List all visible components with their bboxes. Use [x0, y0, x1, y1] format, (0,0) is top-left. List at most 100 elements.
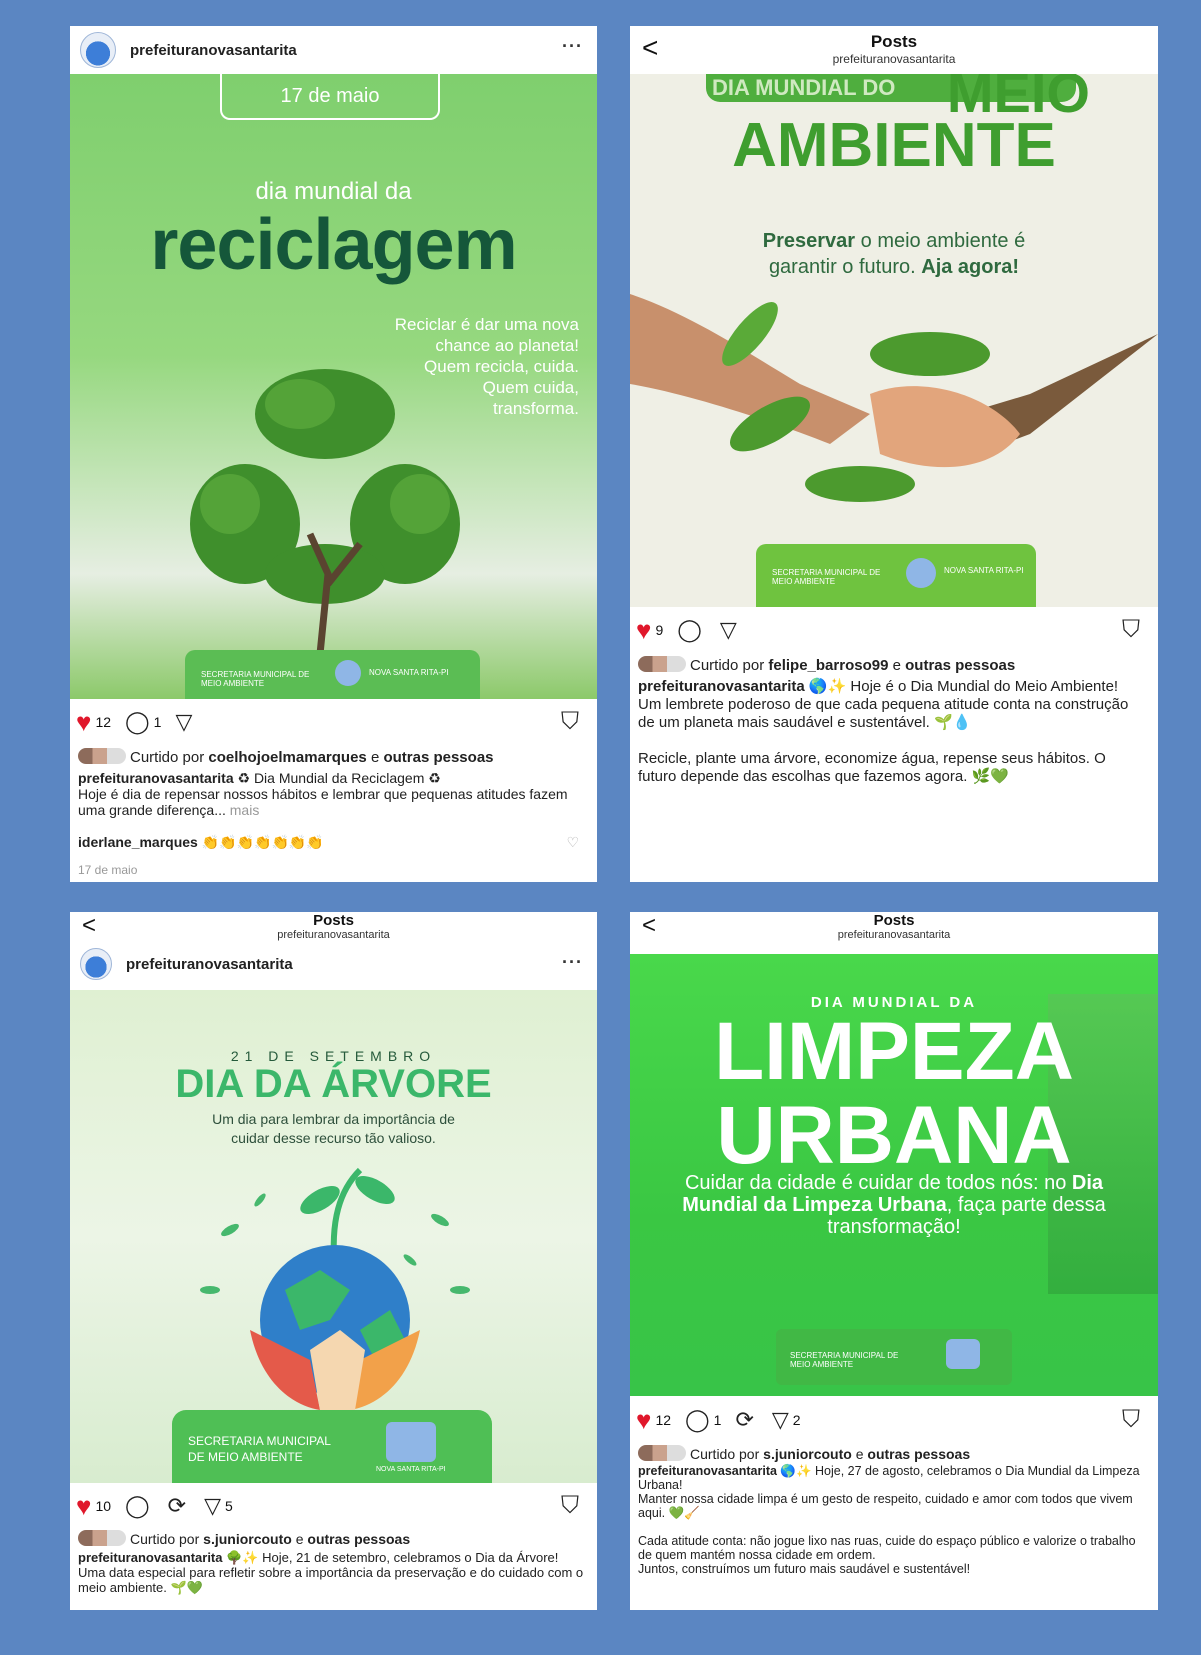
caption-user[interactable]: prefeituranovasantarita [638, 1464, 777, 1478]
more-options-icon[interactable]: ··· [562, 952, 583, 973]
post-header: prefeituranovasantarita ··· [70, 26, 597, 74]
liked-mid: e [892, 657, 901, 674]
comment-icon[interactable]: ◯ [685, 1407, 710, 1433]
comment-icon[interactable]: ◯ [125, 1493, 150, 1519]
comment-icon[interactable]: ◯ [125, 709, 150, 735]
image-text-a: Cuidar da cidade é cuidar de todos nós: … [684, 1172, 1072, 1194]
heart-icon[interactable]: ♥ [636, 1405, 651, 1436]
bookmark-icon[interactable]: ⛉ [561, 708, 579, 736]
image-title: AMBIENTE [732, 111, 1056, 180]
image-footer: SECRETARIA MUNICIPAL DE MEIO AMBIENTE NO… [756, 544, 1036, 607]
share-icon[interactable]: ▽ [175, 709, 192, 735]
timestamp: 17 de maio [78, 863, 138, 877]
share-icon[interactable]: ▽ [204, 1493, 221, 1519]
username[interactable]: prefeituranovasantarita [126, 956, 293, 973]
share-icon[interactable]: ▽ [720, 617, 737, 643]
post-reciclagem: prefeituranovasantarita ··· 17 de maio d… [70, 26, 597, 882]
liked-prefix: Curtido por [130, 1531, 200, 1547]
likers-avatars [638, 1445, 686, 1461]
caption-user[interactable]: prefeituranovasantarita [78, 1550, 223, 1565]
more-options-icon[interactable]: ··· [562, 36, 583, 57]
username[interactable]: prefeituranovasantarita [130, 42, 297, 59]
city-logo-icon [335, 660, 361, 686]
likers-avatars [78, 1530, 126, 1546]
liked-user[interactable]: s.juniorcouto [763, 1446, 852, 1462]
liked-user[interactable]: s.juniorcouto [203, 1531, 292, 1547]
bookmark-icon[interactable]: ⛉ [1122, 1406, 1140, 1434]
posts-title: Posts [313, 912, 354, 929]
liked-user[interactable]: coelhojoelmamarques [208, 749, 366, 766]
bookmark-icon[interactable]: ⛉ [561, 1492, 579, 1520]
liked-mid: e [855, 1446, 864, 1462]
image-subtitle: dia mundial da [255, 178, 412, 205]
caption-user[interactable]: prefeituranovasantarita [638, 678, 805, 695]
caption-body: Hoje é dia de repensar nossos hábitos e … [78, 786, 568, 818]
posts-header: < Posts prefeituranovasantarita [630, 912, 1158, 952]
liked-by[interactable]: Curtido por s.juniorcouto e outras pesso… [638, 1445, 1150, 1462]
avatar[interactable] [80, 948, 112, 980]
city-logo-icon [906, 558, 936, 588]
back-icon[interactable]: < [642, 32, 658, 64]
heart-icon[interactable]: ♥ [76, 707, 91, 738]
liked-mid: e [370, 749, 380, 766]
back-icon[interactable]: < [642, 912, 656, 940]
image-subtitle: Um dia para lembrar da importância de cu… [70, 1110, 597, 1148]
posts-subtitle[interactable]: prefeituranovasantarita [70, 929, 597, 941]
post-dia-da-arvore: < Posts prefeituranovasantarita prefeitu… [70, 912, 597, 1610]
posts-subtitle[interactable]: prefeituranovasantarita [630, 52, 1158, 66]
caption-body-3: Juntos, construímos um futuro mais saudá… [638, 1562, 971, 1576]
liked-user[interactable]: felipe_barroso99 [768, 657, 888, 674]
comment: iderlane_marques 👏👏👏👏👏👏👏 ♡ [78, 834, 587, 850]
image-subtitle-line: cuidar desse recurso tão valioso. [231, 1130, 436, 1146]
liked-others[interactable]: outras pessoas [383, 749, 493, 766]
caption-body-2: Recicle, plante uma árvore, economize ág… [638, 750, 1106, 785]
posts-subtitle[interactable]: prefeituranovasantarita [630, 929, 1158, 941]
image-text-rest: o meio ambiente é [855, 230, 1026, 252]
comment-icon[interactable]: ◯ [677, 617, 702, 643]
post-image[interactable]: 17 de maio dia mundial da reciclagem Rec… [70, 74, 597, 699]
shares-count: 5 [225, 1498, 233, 1514]
shares-count: 2 [792, 1412, 801, 1428]
recycle-tree-illustration [190, 369, 460, 655]
image-title: reciclagem [150, 205, 517, 285]
post-header: prefeituranovasantarita ··· [70, 944, 597, 984]
caption: prefeituranovasantarita 🌎✨ Hoje é o Dia … [638, 678, 1148, 786]
footer-secretaria: SECRETARIA MUNICIPAL DE MEIO AMBIENTE [201, 670, 310, 688]
bookmark-icon[interactable]: ⛉ [1122, 616, 1140, 644]
posts-title: Posts [873, 912, 915, 929]
footer-secretaria: SECRETARIA MUNICIPAL DE MEIO AMBIENTE [790, 1351, 899, 1369]
avatar[interactable] [80, 32, 116, 68]
footer-city: NOVA SANTA RITA-PI [376, 1466, 446, 1473]
likers-avatars [78, 748, 126, 764]
action-bar: ♥ 12 ◯ 1 ▽ ⛉ [70, 702, 597, 742]
liked-by[interactable]: Curtido por felipe_barroso99 e outras pe… [638, 656, 1150, 674]
image-text-line: Reciclar é dar uma nova [394, 315, 579, 334]
heart-icon[interactable]: ♥ [76, 1491, 91, 1522]
comments-count: 1 [153, 714, 162, 730]
heart-icon[interactable]: ♥ [636, 615, 651, 646]
action-bar: ♥ 12 ◯ 1 ⟳ ▽ 2 ⛉ [630, 1400, 1158, 1440]
repost-icon[interactable]: ⟳ [168, 1493, 186, 1519]
post-image[interactable]: 21 DE SETEMBRO DIA DA ÁRVORE Um dia para… [70, 990, 597, 1483]
share-icon[interactable]: ▽ [772, 1407, 789, 1433]
liked-others[interactable]: outras pessoas [905, 657, 1015, 674]
image-footer: SECRETARIA MUNICIPAL DE MEIO AMBIENTE [776, 1329, 1012, 1385]
liked-by[interactable]: Curtido por s.juniorcouto e outras pesso… [78, 1530, 589, 1547]
caption-body: Manter nossa cidade limpa é um gesto de … [638, 1492, 1133, 1520]
caption-user[interactable]: prefeituranovasantarita [78, 770, 234, 786]
city-logo-icon [946, 1339, 980, 1369]
more-link[interactable]: mais [230, 802, 260, 818]
image-text-bold: Preservar [762, 230, 856, 252]
liked-others[interactable]: outras pessoas [307, 1531, 410, 1547]
comment-user[interactable]: iderlane_marques [78, 834, 198, 850]
post-image[interactable]: DIA MUNDIAL DO MEIO AMBIENTE Preservar o… [630, 74, 1158, 607]
liked-by[interactable]: Curtido por coelhojoelmamarques e outras… [78, 748, 589, 766]
back-icon[interactable]: < [82, 912, 96, 940]
post-image[interactable]: DIA MUNDIAL DA LIMPEZA URBANA Cuidar da … [630, 954, 1158, 1396]
liked-prefix: Curtido por [130, 749, 205, 766]
repost-icon[interactable]: ⟳ [735, 1407, 753, 1433]
image-title-line: LIMPEZA [714, 1006, 1074, 1097]
comment-like-icon[interactable]: ♡ [566, 834, 579, 850]
liked-others[interactable]: outras pessoas [867, 1446, 970, 1462]
liked-mid: e [295, 1531, 304, 1547]
